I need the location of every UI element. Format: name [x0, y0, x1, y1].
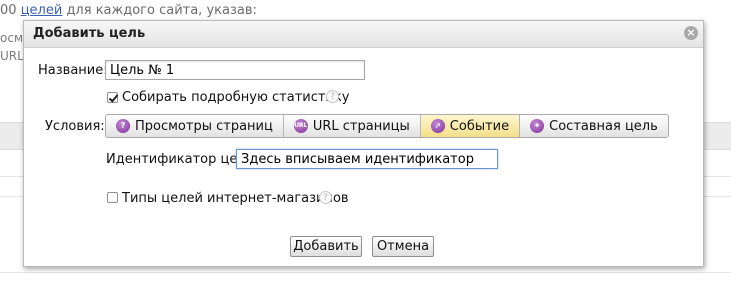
help-icon[interactable]: ? — [319, 191, 332, 204]
background-suffix: для каждого сайта, указав: — [66, 3, 257, 18]
shop-goals-label: Типы целей интернет-магазинов — [122, 191, 349, 206]
shop-goals-checkbox[interactable] — [107, 192, 118, 203]
page: 00 целей для каждого сайта, указав: осм … — [0, 0, 731, 287]
goals-link[interactable]: целей — [21, 3, 63, 18]
tab-label: Событие — [449, 118, 510, 134]
tab-label: Просмотры страниц — [135, 118, 273, 134]
add-goal-dialog: Добавить цель × Название: Собирать подро… — [23, 20, 704, 267]
tab-event[interactable]: ➚ Событие — [420, 115, 521, 137]
conditions-label: Условия: — [45, 119, 105, 134]
views-icon: ? — [116, 119, 130, 133]
background-side-text-1: осм — [0, 31, 23, 45]
background-divider — [0, 272, 731, 273]
tab-label: URL страницы — [312, 118, 410, 134]
collect-stats-checkbox[interactable] — [107, 92, 118, 103]
tab-url[interactable]: URL URL страницы — [283, 115, 421, 137]
goal-name-input[interactable] — [105, 60, 365, 80]
url-icon: URL — [293, 119, 308, 133]
tab-label: Составная цель — [549, 118, 658, 134]
collect-stats-label: Собирать подробную статистику — [122, 90, 350, 105]
background-prefix: 00 — [0, 3, 17, 18]
help-icon[interactable]: ? — [326, 90, 339, 103]
tab-composite[interactable]: ✦ Составная цель — [520, 115, 668, 137]
tab-page-views[interactable]: ? Просмотры страниц — [106, 115, 284, 137]
condition-tabs: ? Просмотры страниц URL URL страницы ➚ С… — [105, 114, 669, 138]
background-side-text-2: URL — [0, 49, 24, 63]
cancel-button[interactable]: Отмена — [372, 236, 434, 257]
goal-id-input[interactable] — [236, 149, 498, 169]
name-label: Название: — [38, 63, 108, 78]
dialog-title: Добавить цель — [33, 26, 146, 41]
add-button[interactable]: Добавить — [290, 236, 362, 257]
composite-icon: ✦ — [530, 119, 545, 133]
close-icon[interactable]: × — [684, 26, 698, 40]
background-intro-text: 00 целей для каждого сайта, указав: — [0, 3, 257, 18]
dialog-header: Добавить цель × — [24, 21, 703, 48]
cursor-icon: ➚ — [430, 119, 445, 133]
